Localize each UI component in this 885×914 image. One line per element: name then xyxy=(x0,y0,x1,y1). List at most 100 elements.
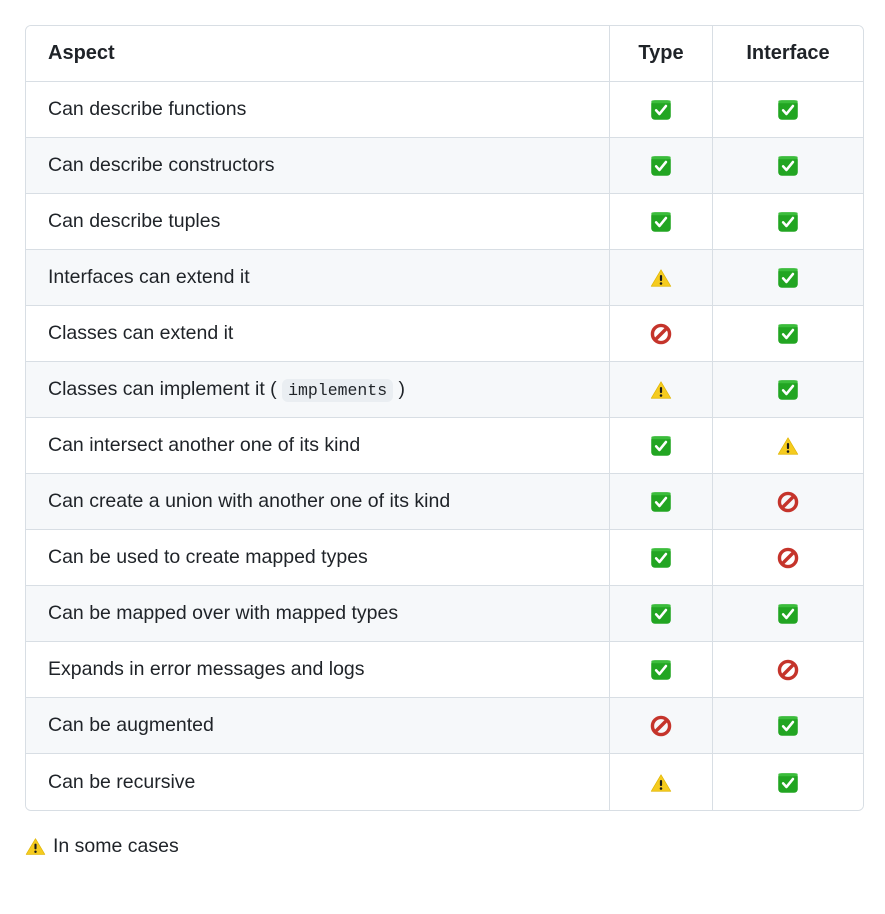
prohibited-sign-icon xyxy=(777,547,799,569)
cell-interface-support xyxy=(713,418,863,474)
cell-type-support xyxy=(610,698,713,754)
check-mark-button-icon xyxy=(650,435,672,457)
column-header-type: Type xyxy=(610,26,713,82)
check-mark-button-icon xyxy=(777,155,799,177)
check-mark-button-icon xyxy=(777,211,799,233)
aspect-label: Classes can extend it xyxy=(48,322,233,344)
cell-aspect: Can describe functions xyxy=(26,82,610,138)
table-row: Can describe constructors xyxy=(26,138,863,194)
cell-type-support xyxy=(610,530,713,586)
column-header-interface: Interface xyxy=(713,26,863,82)
aspect-text: Can describe tuples xyxy=(48,210,221,233)
cell-aspect: Classes can extend it xyxy=(26,306,610,362)
table-row: Can be used to create mapped types xyxy=(26,530,863,586)
warning-sign-icon xyxy=(650,772,672,794)
table-row: Classes can extend it xyxy=(26,306,863,362)
cell-type-support xyxy=(610,194,713,250)
cell-interface-support xyxy=(713,530,863,586)
aspect-text: Can describe functions xyxy=(48,98,247,121)
warning-sign-icon xyxy=(777,435,799,457)
inline-code-keyword: implements xyxy=(282,379,394,403)
cell-interface-support xyxy=(713,642,863,698)
aspect-text: Interfaces can extend it xyxy=(48,266,250,289)
table-header-row: Aspect Type Interface xyxy=(26,26,863,82)
cell-type-support xyxy=(610,250,713,306)
comparison-table-page: Aspect Type Interface Can describe funct… xyxy=(0,0,885,914)
aspect-label: Can be used to create mapped types xyxy=(48,546,368,568)
aspect-text: Expands in error messages and logs xyxy=(48,658,365,681)
cell-interface-support xyxy=(713,138,863,194)
cell-interface-support xyxy=(713,586,863,642)
check-mark-button-icon xyxy=(777,99,799,121)
cell-type-support xyxy=(610,306,713,362)
aspect-label: Interfaces can extend it xyxy=(48,266,250,288)
table-row: Can describe functions xyxy=(26,82,863,138)
cell-interface-support xyxy=(713,82,863,138)
table-row: Can create a union with another one of i… xyxy=(26,474,863,530)
table-header: Aspect Type Interface xyxy=(26,26,863,82)
cell-interface-support xyxy=(713,698,863,754)
aspect-text-suffix: ) xyxy=(393,378,406,401)
aspect-label: Can be mapped over with mapped types xyxy=(48,602,398,624)
warning-sign-icon xyxy=(650,267,672,289)
aspect-text: Can describe constructors xyxy=(48,154,275,177)
check-mark-button-icon xyxy=(650,99,672,121)
warning-sign-icon xyxy=(650,379,672,401)
cell-interface-support xyxy=(713,306,863,362)
check-mark-button-icon xyxy=(777,715,799,737)
check-mark-button-icon xyxy=(777,323,799,345)
table-row: Expands in error messages and logs xyxy=(26,642,863,698)
cell-type-support xyxy=(610,642,713,698)
cell-aspect: Expands in error messages and logs xyxy=(26,642,610,698)
aspect-text: Can be used to create mapped types xyxy=(48,546,368,569)
cell-type-support xyxy=(610,754,713,810)
footnote-label: In some cases xyxy=(53,835,179,857)
aspect-text: Classes can extend it xyxy=(48,322,234,345)
aspect-label: Can be recursive xyxy=(48,771,195,793)
aspect-text: Can be augmented xyxy=(48,714,214,737)
check-mark-button-icon xyxy=(650,659,672,681)
cell-interface-support xyxy=(713,362,863,418)
check-mark-button-icon xyxy=(777,603,799,625)
check-mark-button-icon xyxy=(650,603,672,625)
prohibited-sign-icon xyxy=(650,715,672,737)
check-mark-button-icon xyxy=(650,155,672,177)
type-vs-interface-table: Aspect Type Interface Can describe funct… xyxy=(25,25,864,811)
cell-interface-support xyxy=(713,250,863,306)
cell-type-support xyxy=(610,474,713,530)
cell-aspect: Can be mapped over with mapped types xyxy=(26,586,610,642)
prohibited-sign-icon xyxy=(777,659,799,681)
aspect-text: Classes can implement it ( xyxy=(48,378,277,401)
cell-aspect: Can describe constructors xyxy=(26,138,610,194)
cell-aspect: Can be used to create mapped types xyxy=(26,530,610,586)
aspect-text: Can be mapped over with mapped types xyxy=(48,602,399,625)
warning-sign-icon xyxy=(25,836,46,857)
check-mark-button-icon xyxy=(650,547,672,569)
cell-interface-support xyxy=(713,754,863,810)
cell-type-support xyxy=(610,362,713,418)
table-row: Interfaces can extend it xyxy=(26,250,863,306)
table-row: Can intersect another one of its kind xyxy=(26,418,863,474)
table-body: Can describe functions Can describe const… xyxy=(26,82,863,810)
aspect-text: Can be recursive xyxy=(48,770,196,793)
aspect-text: Can intersect another one of its kind xyxy=(48,434,361,457)
cell-type-support xyxy=(610,586,713,642)
cell-aspect: Can describe tuples xyxy=(26,194,610,250)
cell-type-support xyxy=(610,418,713,474)
cell-type-support xyxy=(610,138,713,194)
table-row: Can be augmented xyxy=(26,698,863,754)
cell-aspect: Can create a union with another one of i… xyxy=(26,474,610,530)
cell-aspect: Interfaces can extend it xyxy=(26,250,610,306)
table-row: Can be mapped over with mapped types xyxy=(26,586,863,642)
aspect-label: Can describe constructors xyxy=(48,154,275,176)
table-row: Can be recursive xyxy=(26,754,863,810)
cell-aspect: Can be augmented xyxy=(26,698,610,754)
prohibited-sign-icon xyxy=(777,491,799,513)
aspect-label: Can intersect another one of its kind xyxy=(48,434,360,456)
cell-interface-support xyxy=(713,474,863,530)
cell-interface-support xyxy=(713,194,863,250)
cell-aspect: Can be recursive xyxy=(26,754,610,810)
aspect-label: Can create a union with another one of i… xyxy=(48,490,450,512)
aspect-label: Can be augmented xyxy=(48,714,214,736)
aspect-text: Can create a union with another one of i… xyxy=(48,490,451,513)
